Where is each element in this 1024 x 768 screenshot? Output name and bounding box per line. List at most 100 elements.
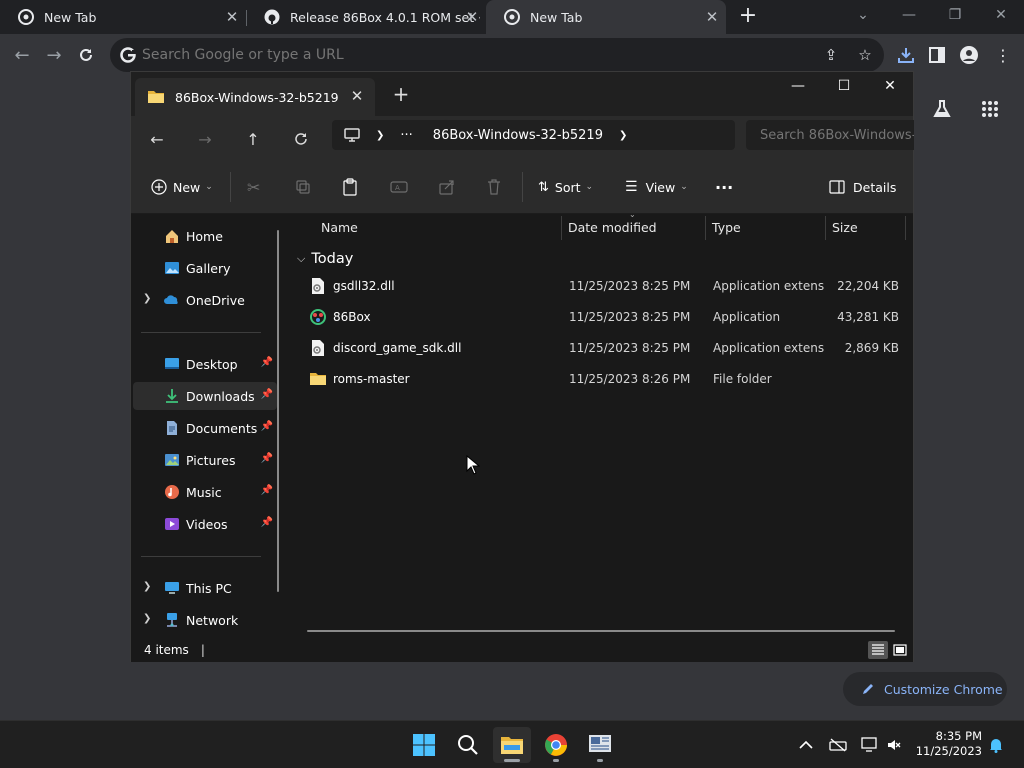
close-icon[interactable]: ✕ (349, 88, 365, 104)
sort-arrows-icon: ⇅ (538, 179, 549, 195)
pin-icon[interactable]: 📌 (261, 357, 273, 368)
pin-icon[interactable]: 📌 (261, 517, 273, 528)
breadcrumb[interactable]: ❯ ··· 86Box-Windows-32-b5219 ❯ (332, 120, 735, 150)
start-button[interactable] (405, 727, 443, 763)
chevron-right-icon[interactable]: ❯ (143, 581, 151, 592)
share-icon[interactable]: ⇪ (822, 46, 840, 64)
search-button[interactable] (449, 727, 487, 763)
customize-chrome-button[interactable]: Customize Chrome (843, 672, 1007, 706)
new-button[interactable]: New ⌄ (151, 174, 213, 200)
tab-search-icon[interactable]: ⌄ (840, 0, 886, 30)
file-row[interactable]: roms-master 11/25/2023 8:26 PM File fold… (305, 365, 905, 393)
back-button[interactable]: ← (10, 43, 34, 67)
chevron-right-icon[interactable]: ❯ (376, 130, 384, 141)
column-separator[interactable] (905, 216, 906, 240)
network-monitor-icon[interactable] (860, 735, 880, 755)
chrome-tab-3-active[interactable]: New Tab ✕ (486, 0, 726, 34)
restore-button[interactable]: ❐ (932, 0, 978, 30)
sort-button[interactable]: ⇅ Sort ⌄ (538, 174, 593, 200)
chrome-window-controls: ⌄ — ❐ ✕ (840, 0, 1024, 34)
nav-item-videos[interactable]: Videos 📌 (133, 510, 277, 538)
pin-icon[interactable]: 📌 (261, 389, 273, 400)
details-view-toggle[interactable] (868, 641, 888, 659)
side-panel-icon[interactable] (926, 44, 948, 66)
labs-flask-icon[interactable] (930, 97, 954, 121)
nav-scrollbar[interactable] (277, 230, 279, 592)
nav-item-home[interactable]: Home (133, 222, 277, 250)
app-taskbar-button[interactable] (581, 727, 619, 763)
nav-item-network[interactable]: ❯ Network (133, 606, 277, 634)
delete-button[interactable] (487, 174, 501, 200)
chevron-right-icon[interactable]: ❯ (619, 130, 627, 141)
refresh-button[interactable] (290, 128, 312, 150)
explorer-search-input[interactable] (760, 127, 914, 143)
close-button[interactable]: ✕ (867, 72, 913, 100)
nav-item-desktop[interactable]: Desktop 📌 (133, 350, 277, 378)
column-header-size[interactable]: Size (826, 214, 904, 240)
nav-divider (141, 332, 261, 333)
omnibox[interactable]: ⇪ ☆ (110, 38, 884, 72)
column-header-name[interactable]: Name (315, 214, 561, 240)
nav-item-pictures[interactable]: Pictures 📌 (133, 446, 277, 474)
nav-item-downloads[interactable]: Downloads 📌 (133, 382, 277, 410)
back-button[interactable]: ← (146, 128, 168, 150)
explorer-search-box[interactable] (746, 120, 914, 150)
nav-item-gallery[interactable]: Gallery (133, 254, 277, 282)
pin-icon[interactable]: 📌 (261, 485, 273, 496)
explorer-new-tab-button[interactable]: + (391, 84, 411, 104)
rename-button[interactable]: A (390, 174, 408, 200)
profile-icon[interactable] (958, 44, 980, 66)
more-options-button[interactable]: ··· (715, 174, 733, 200)
paste-button[interactable] (342, 174, 358, 200)
maximize-button[interactable]: ☐ (821, 72, 867, 100)
cut-button[interactable]: ✂ (247, 174, 260, 200)
apps-grid-icon[interactable] (978, 97, 1002, 121)
column-header-type[interactable]: Type (706, 214, 824, 240)
nav-item-documents[interactable]: Documents 📌 (133, 414, 277, 442)
omnibox-input[interactable] (142, 47, 762, 63)
up-button[interactable]: ↑ (242, 128, 264, 150)
file-row[interactable]: 86Box 11/25/2023 8:25 PM Application 43,… (305, 303, 905, 331)
close-icon[interactable]: ✕ (464, 9, 480, 25)
close-icon[interactable]: ✕ (704, 9, 720, 25)
chrome-menu-icon[interactable]: ⋮ (992, 44, 1014, 66)
file-row[interactable]: gsdll32.dll 11/25/2023 8:25 PM Applicati… (305, 272, 905, 300)
system-clock[interactable]: 8:35 PM 11/25/2023 (890, 729, 982, 759)
nav-item-this-pc[interactable]: ❯ This PC (133, 574, 277, 602)
nav-item-onedrive[interactable]: ❯ OneDrive (133, 286, 277, 314)
tiles-view-toggle[interactable] (890, 641, 910, 659)
chrome-taskbar-button[interactable] (537, 727, 575, 763)
share-button[interactable] (439, 174, 455, 200)
nav-item-music[interactable]: Music 📌 (133, 478, 277, 506)
monitor-icon[interactable] (344, 128, 360, 142)
notification-bell-icon[interactable] (986, 735, 1006, 755)
minimize-button[interactable]: — (775, 72, 821, 100)
chevron-right-icon[interactable]: ❯ (143, 613, 151, 624)
forward-button[interactable]: → (42, 43, 66, 67)
explorer-tab[interactable]: 86Box-Windows-32-b5219 ✕ (135, 78, 375, 116)
chevron-up-icon[interactable] (796, 735, 816, 755)
bookmark-star-icon[interactable]: ☆ (856, 46, 874, 64)
pin-icon[interactable]: 📌 (261, 453, 273, 464)
reload-button[interactable] (74, 43, 98, 67)
chrome-tab-2[interactable]: Release 86Box 4.0.1 ROM set · 8 ✕ (246, 0, 486, 34)
file-explorer-taskbar-button[interactable] (493, 727, 531, 763)
view-button[interactable]: ☰ View ⌄ (625, 174, 688, 200)
close-button[interactable]: ✕ (978, 0, 1024, 30)
group-header-today[interactable]: ⌵ Today (297, 248, 353, 270)
minimize-button[interactable]: — (886, 0, 932, 30)
copy-button[interactable] (295, 174, 311, 200)
download-icon[interactable] (895, 44, 917, 66)
chevron-right-icon[interactable]: ❯ (143, 293, 151, 304)
file-row[interactable]: discord_game_sdk.dll 11/25/2023 8:25 PM … (305, 334, 905, 362)
eject-drive-icon[interactable] (828, 735, 848, 755)
horizontal-scrollbar[interactable] (307, 630, 895, 632)
breadcrumb-more[interactable]: ··· (400, 128, 412, 143)
chrome-tab-1[interactable]: New Tab ✕ (0, 0, 246, 34)
breadcrumb-current[interactable]: 86Box-Windows-32-b5219 (433, 128, 603, 143)
new-tab-button[interactable]: + (736, 5, 760, 29)
close-icon[interactable]: ✕ (224, 9, 240, 25)
pin-icon[interactable]: 📌 (261, 421, 273, 432)
details-button[interactable]: Details (829, 174, 896, 200)
forward-button[interactable]: → (194, 128, 216, 150)
